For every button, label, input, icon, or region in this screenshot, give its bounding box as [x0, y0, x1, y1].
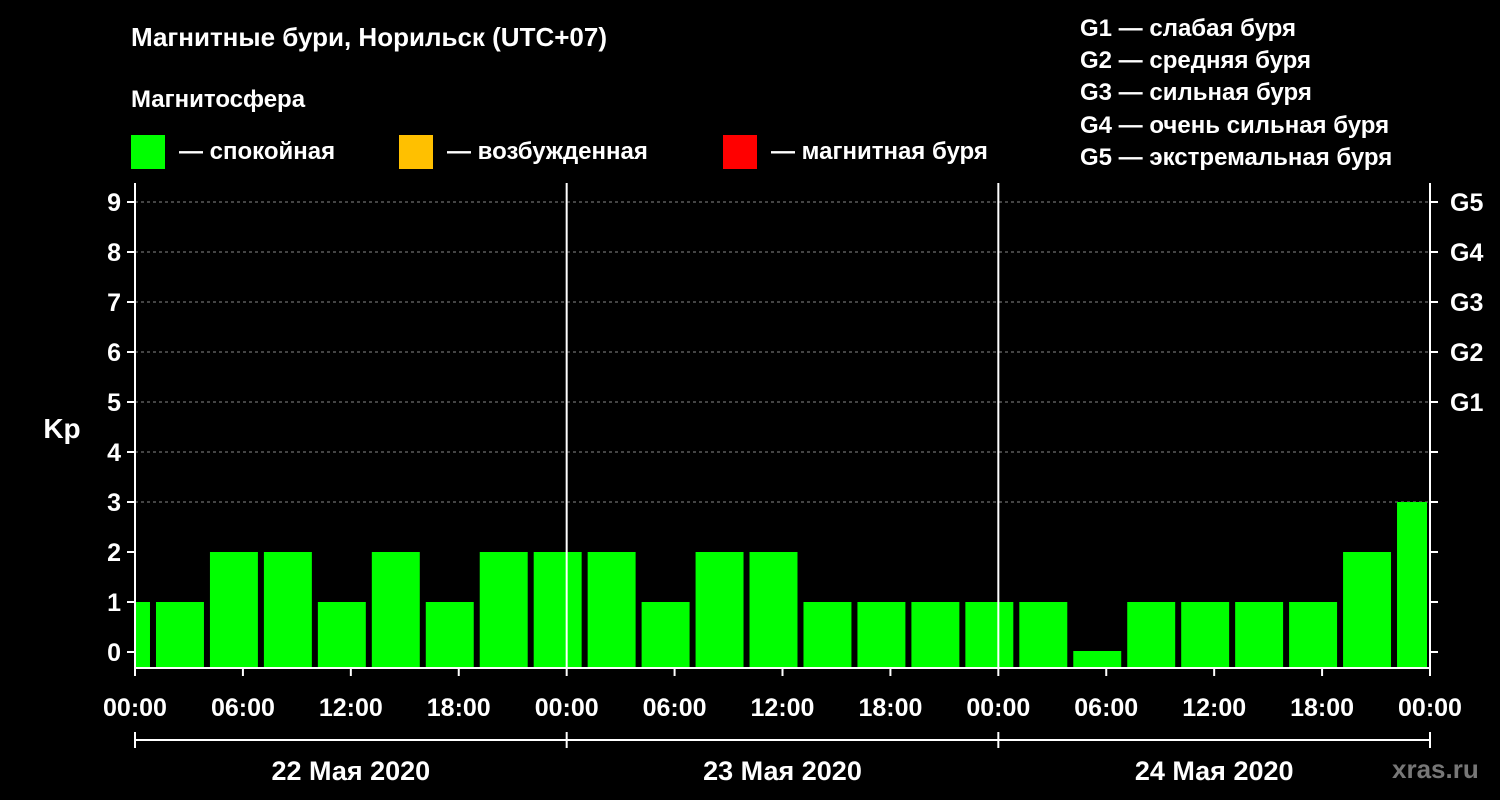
g-level-label: G3 [1450, 289, 1483, 317]
kp-bar-20 [1181, 602, 1230, 668]
kp-bar-14 [857, 602, 906, 668]
y-tick-label: 7 [107, 289, 121, 317]
g-level-label: G5 [1450, 189, 1483, 217]
site-watermark: xras.ru [1392, 754, 1479, 784]
y-tick-label: 0 [107, 639, 121, 667]
y-axis-label: Kp [43, 413, 80, 444]
g-level-label: G2 [1450, 339, 1483, 367]
kp-bar-2 [209, 552, 258, 668]
x-tick-label: 06:00 [643, 694, 707, 722]
kp-bar-8 [533, 552, 582, 668]
g-level-label: G1 [1450, 389, 1483, 417]
kp-bar-23 [1343, 552, 1392, 668]
kp-bar-0 [136, 602, 150, 668]
x-tick-label: 18:00 [427, 694, 491, 722]
x-tick-label: 12:00 [751, 694, 815, 722]
y-tick-label: 5 [107, 389, 121, 417]
kp-bar-21 [1235, 602, 1284, 668]
y-tick-label: 3 [107, 489, 121, 517]
kp-bar-19 [1127, 602, 1176, 668]
x-tick-label: 12:00 [1182, 694, 1246, 722]
kp-bar-18 [1073, 651, 1122, 668]
y-tick-label: 2 [107, 539, 121, 567]
kp-bar-12 [749, 552, 798, 668]
y-tick-label: 8 [107, 239, 121, 267]
day-label: 23 Мая 2020 [703, 756, 862, 786]
x-tick-label: 00:00 [966, 694, 1030, 722]
y-tick-label: 9 [107, 189, 121, 217]
kp-bar-24 [1397, 502, 1427, 668]
x-tick-label: 06:00 [1074, 694, 1138, 722]
x-tick-label: 12:00 [319, 694, 383, 722]
g-level-label: G4 [1450, 239, 1483, 267]
x-tick-label: 18:00 [858, 694, 922, 722]
kp-bar-4 [317, 602, 366, 668]
kp-bar-11 [695, 552, 744, 668]
kp-bar-22 [1289, 602, 1338, 668]
day-label: 22 Мая 2020 [271, 756, 430, 786]
kp-chart: 0 1 2 3 4 5 6 7 8 9 G1 G2 G3 G4 G5 Kp 00:00 06:00 12:00 18:… [43, 183, 1483, 786]
kp-bar-13 [803, 602, 852, 668]
day-label: 24 Мая 2020 [1135, 756, 1294, 786]
x-tick-label: 00:00 [1398, 694, 1462, 722]
y-tick-label: 1 [107, 589, 121, 617]
kp-bar-5 [371, 552, 420, 668]
kp-bar-17 [1019, 602, 1068, 668]
kp-bar-10 [641, 602, 690, 668]
kp-bar-9 [587, 552, 636, 668]
x-tick-label: 06:00 [211, 694, 275, 722]
kp-bar-7 [479, 552, 528, 668]
kp-bar-6 [425, 602, 474, 668]
kp-bar-15 [911, 602, 960, 668]
kp-bar-3 [263, 552, 312, 668]
x-tick-label: 00:00 [103, 694, 167, 722]
kp-bar-1 [155, 602, 204, 668]
kp-bar-16 [965, 602, 1014, 668]
y-tick-label: 4 [107, 439, 121, 467]
y-tick-label: 6 [107, 339, 121, 367]
x-tick-label: 18:00 [1290, 694, 1354, 722]
x-tick-label: 00:00 [535, 694, 599, 722]
